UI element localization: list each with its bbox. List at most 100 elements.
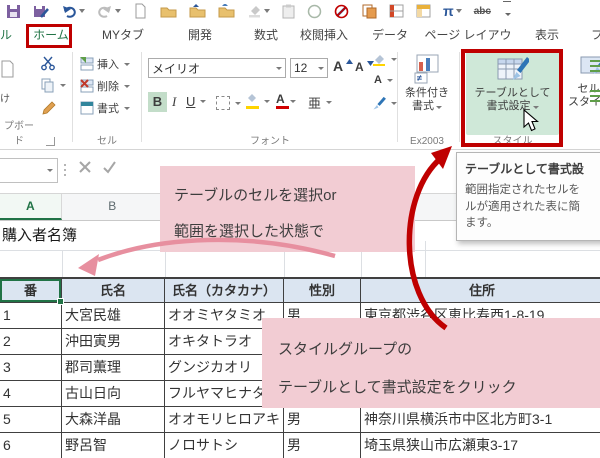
table-cell[interactable]: 古山日向 bbox=[62, 381, 165, 407]
cancel-icon[interactable] bbox=[78, 160, 92, 179]
table-cell[interactable]: 大森洋晶 bbox=[62, 407, 165, 433]
delete-cells-button[interactable]: 削除 bbox=[80, 78, 130, 94]
tab-data[interactable]: データ bbox=[366, 22, 414, 48]
folder-import-icon[interactable] bbox=[189, 2, 206, 20]
table-red-icon[interactable] bbox=[389, 2, 404, 20]
brush-small-icon[interactable] bbox=[372, 96, 397, 110]
insert-cells-button[interactable]: 挿入 bbox=[80, 56, 130, 72]
table-cell[interactable]: 5 bbox=[0, 407, 62, 433]
table-cell[interactable]: 埼玉県狭山市広瀬東3-17 bbox=[361, 433, 600, 458]
qat-more-icon[interactable] bbox=[503, 2, 511, 20]
title-cell[interactable]: 購入者名簿 bbox=[2, 222, 77, 250]
table-cell[interactable]: オオモリヒロアキ bbox=[165, 407, 284, 433]
tab-insert[interactable]: 挿入 bbox=[314, 22, 358, 48]
clipboard-dialog-launcher-icon[interactable] bbox=[46, 137, 55, 146]
conditional-formatting-button[interactable]: ≠ 条件付き 書式 bbox=[398, 54, 456, 113]
table-cell[interactable]: 1 bbox=[0, 303, 62, 329]
clipboard-group-label: プボード bbox=[0, 117, 38, 147]
table-cell[interactable]: 大宮民雄 bbox=[62, 303, 165, 329]
font-color-button[interactable]: A bbox=[276, 92, 296, 110]
quick-access-toolbar: π abc bbox=[0, 0, 600, 22]
borders-button[interactable] bbox=[216, 96, 241, 110]
copy-format-icon[interactable] bbox=[362, 2, 377, 20]
ribbon-tabs: ル ホーム MYタブ 開発 数式 校閲 挿入 データ ページ レイアウト 表示 … bbox=[0, 22, 600, 48]
tab-partial-right[interactable]: フ bbox=[590, 22, 600, 48]
font-size-combobox[interactable]: 12 bbox=[290, 58, 328, 78]
gridline bbox=[62, 250, 63, 277]
home-tab-highlight-box bbox=[26, 24, 72, 48]
phonetic-button[interactable]: 亜 bbox=[308, 93, 332, 112]
table-header-cell[interactable]: 番 bbox=[0, 279, 62, 303]
callout-select-range: テーブルのセルを選択or 範囲を選択した状態で bbox=[160, 166, 415, 252]
gridline bbox=[165, 250, 166, 277]
save-as-icon[interactable] bbox=[33, 2, 49, 20]
undo-icon[interactable] bbox=[61, 2, 85, 20]
table-cell[interactable]: 男 bbox=[284, 407, 361, 433]
table-cell[interactable]: 6 bbox=[0, 433, 62, 458]
copy-icon[interactable] bbox=[41, 78, 66, 93]
table-cell[interactable]: 神奈川県横浜市中区北方町3-1 bbox=[361, 407, 600, 433]
format-painter-icon[interactable] bbox=[42, 101, 57, 116]
ex2003-group-label: Ex2003 bbox=[398, 136, 456, 147]
circle-icon[interactable] bbox=[307, 2, 322, 20]
shrink-font-button[interactable]: A bbox=[355, 60, 374, 74]
no-edit-icon[interactable] bbox=[334, 2, 350, 20]
fill-color-icon[interactable] bbox=[247, 2, 270, 20]
fill-color-button[interactable] bbox=[246, 92, 270, 110]
format-cells-button[interactable]: 書式 bbox=[80, 100, 130, 116]
column-header-a[interactable]: A bbox=[0, 194, 62, 220]
edit-group-partial-icon bbox=[590, 60, 600, 62]
spellcheck-icon[interactable]: abc bbox=[474, 2, 491, 20]
cut-icon[interactable] bbox=[40, 56, 56, 71]
namebox-divider bbox=[64, 164, 66, 166]
edit-group-partial-icon bbox=[590, 100, 600, 102]
table-style-icon[interactable] bbox=[416, 2, 431, 20]
table-cell[interactable]: 2 bbox=[0, 329, 62, 355]
excel-window: π abc ル ホーム MYタブ 開発 数式 校閲 挿入 データ ページ レイア… bbox=[0, 0, 600, 458]
name-box[interactable] bbox=[0, 158, 58, 183]
table-cell[interactable]: 男 bbox=[284, 433, 361, 458]
new-file-icon[interactable] bbox=[133, 2, 148, 20]
tab-pagelayout[interactable]: ページ レイアウト bbox=[422, 22, 514, 48]
paste-label-partial: け bbox=[0, 90, 10, 105]
tab-mytab[interactable]: MYタブ bbox=[94, 22, 152, 48]
table-header-cell[interactable]: 氏名（カタカナ） bbox=[165, 279, 284, 303]
enter-icon[interactable] bbox=[102, 160, 117, 179]
fill-handle[interactable] bbox=[57, 298, 64, 305]
redo-icon[interactable] bbox=[97, 2, 121, 20]
tab-formulas[interactable]: 数式 bbox=[246, 22, 286, 48]
file-tab-partial[interactable]: ル bbox=[0, 26, 12, 43]
gridline bbox=[425, 241, 426, 277]
table-cell[interactable]: 沖田寅男 bbox=[62, 329, 165, 355]
table-header-cell[interactable]: 性別 bbox=[284, 279, 361, 303]
paste-icon[interactable] bbox=[282, 2, 295, 20]
open-folder-icon[interactable] bbox=[160, 2, 177, 20]
table-cell[interactable]: 3 bbox=[0, 355, 62, 381]
edit-group-partial-icon bbox=[590, 65, 600, 67]
pi-icon[interactable]: π bbox=[443, 2, 462, 20]
column-header-b[interactable]: B bbox=[62, 194, 164, 220]
table-cell[interactable]: 4 bbox=[0, 381, 62, 407]
italic-button[interactable]: I bbox=[172, 94, 176, 110]
table-cell[interactable]: 野呂智 bbox=[62, 433, 165, 458]
folder-export-icon[interactable] bbox=[218, 2, 235, 20]
format-as-table-highlight-box bbox=[461, 49, 563, 147]
group-separator bbox=[72, 52, 73, 142]
underline-button[interactable]: U bbox=[186, 94, 206, 109]
cells-group-label: セル bbox=[78, 132, 136, 147]
tab-view[interactable]: 表示 bbox=[526, 22, 568, 48]
save-icon[interactable] bbox=[6, 2, 21, 20]
table-header-cell[interactable]: 氏名 bbox=[62, 279, 165, 303]
edit-group-partial-icon bbox=[590, 95, 600, 97]
tab-developer[interactable]: 開発 bbox=[178, 22, 222, 48]
gridline bbox=[284, 250, 285, 277]
fill-color-small-icon[interactable] bbox=[372, 53, 397, 66]
table-cell[interactable]: 郡司薫理 bbox=[62, 355, 165, 381]
grow-font-button[interactable]: A bbox=[333, 58, 353, 74]
font-name-combobox[interactable]: メイリオ bbox=[148, 58, 286, 78]
bold-button[interactable]: B bbox=[148, 92, 167, 112]
paste-button-partial[interactable] bbox=[0, 60, 14, 81]
table-header-cell[interactable]: 住所 bbox=[361, 279, 600, 303]
font-color-small-icon[interactable]: A bbox=[374, 74, 393, 86]
table-cell[interactable]: ノロサトシ bbox=[165, 433, 284, 458]
